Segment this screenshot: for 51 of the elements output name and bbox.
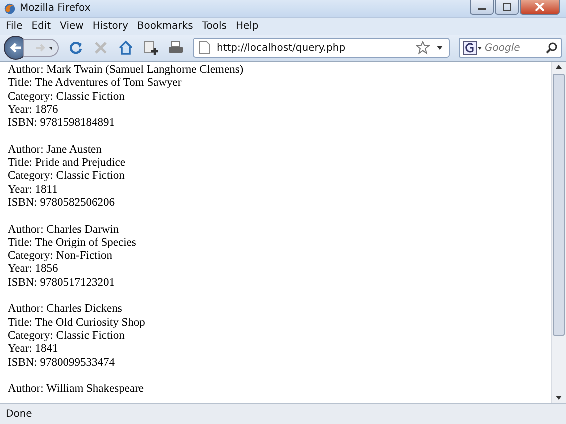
record-line: Category: Non-Fiction <box>8 250 114 264</box>
record-line: Category: Classic Fiction <box>8 170 126 184</box>
address-bar[interactable]: http://localhost/query.php <box>193 38 450 58</box>
record-line: Author: Mark Twain (Samuel Langhorne Clemens) <box>8 64 245 78</box>
close-icon <box>535 3 545 11</box>
scrollbar-thumb[interactable] <box>553 74 565 336</box>
record-line: Year: 1876 <box>8 104 60 118</box>
menu-item[interactable]: Help <box>236 21 259 32</box>
record-line: ISBN: 9780517123201 <box>8 276 116 290</box>
dropdown-arrow-icon[interactable] <box>436 45 444 51</box>
record-line: Year: 1841 <box>8 343 60 357</box>
record-line: Title: The Adventures of Tom Sawyer <box>8 77 183 91</box>
record-line: Year: 1856 <box>8 263 60 277</box>
record-line: Category: Classic Fiction <box>8 90 126 104</box>
record-line: Author: Charles Dickens <box>8 303 124 317</box>
search-bar[interactable]: Google <box>459 38 562 58</box>
record-line: Year: 1811 <box>8 184 59 197</box>
menu-item[interactable]: History <box>92 21 128 32</box>
page-icon <box>199 41 211 55</box>
search-icon[interactable] <box>546 42 558 54</box>
search-engine-icon[interactable] <box>463 41 483 55</box>
maximize-button[interactable] <box>495 0 519 15</box>
record-line: ISBN: 9780099533474 <box>8 356 116 370</box>
close-button[interactable] <box>520 0 560 15</box>
menu-item[interactable]: Bookmarks <box>137 21 194 32</box>
record-line: Category: Classic Fiction <box>8 330 126 344</box>
record-line: ISBN: 9781598184891 <box>8 117 116 130</box>
menu-item[interactable]: Edit <box>32 21 52 32</box>
record-line: Author: Charles Darwin <box>8 224 120 237</box>
arrow-icon <box>34 43 52 53</box>
record-line: Author: William Shakespeare <box>8 383 146 396</box>
status-text: Done <box>6 408 32 420</box>
star-icon[interactable] <box>416 41 430 55</box>
arrow-icon <box>9 42 23 54</box>
printer-icon[interactable] <box>168 40 184 56</box>
window-title: Mozilla Firefox <box>20 3 92 14</box>
menu-item[interactable]: Tools <box>202 21 227 32</box>
record-line: ISBN: 9780582506206 <box>8 196 116 210</box>
menu-item[interactable]: File <box>6 21 23 32</box>
record-line: Title: The Old Curiosity Shop <box>8 316 146 330</box>
record-line: Title: Pride and Prejudice <box>8 157 126 170</box>
reload-icon[interactable] <box>68 40 84 56</box>
menu-item[interactable]: View <box>60 21 84 32</box>
globe-icon <box>4 2 16 14</box>
record-line: Author: Jane Austen <box>8 144 103 158</box>
maximize-icon <box>502 3 512 11</box>
scrollbar[interactable] <box>551 62 566 403</box>
home-icon[interactable] <box>118 40 134 56</box>
minimize-button[interactable] <box>470 0 494 15</box>
record-line: Title: The Origin of Species <box>8 236 138 250</box>
add-bookmark-icon[interactable] <box>143 40 159 56</box>
